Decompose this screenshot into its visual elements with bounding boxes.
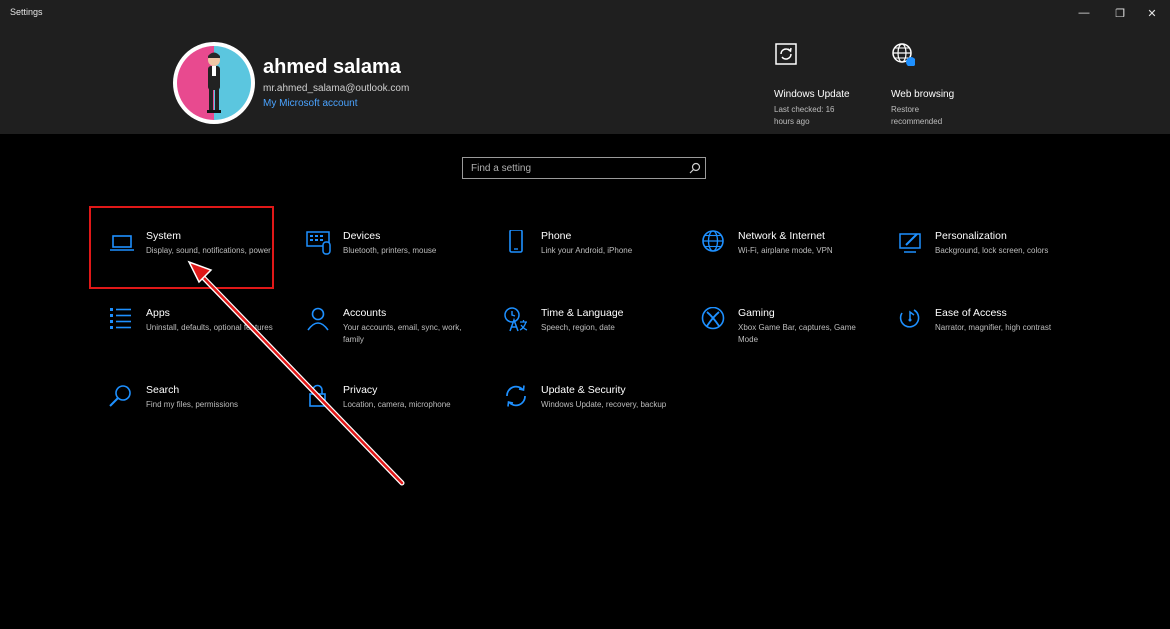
annotation-arrow	[187, 260, 405, 486]
